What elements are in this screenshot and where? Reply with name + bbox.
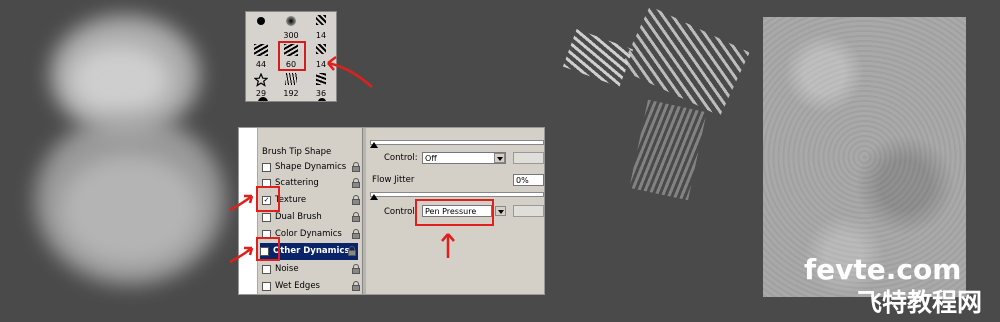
lock-icon[interactable] [352, 212, 360, 222]
brush-preset[interactable]: 29 [248, 70, 274, 98]
texture-brush-icon [254, 44, 268, 56]
scatter-brush-icon [316, 15, 326, 25]
brush-size-label: 44 [255, 60, 267, 69]
red-arrow-annotation [229, 246, 254, 264]
brush-size-label: 300 [283, 31, 299, 40]
brush-preset[interactable]: 192 [278, 70, 304, 98]
flow-jitter-field[interactable]: 0% [513, 174, 544, 186]
lock-icon[interactable] [352, 264, 360, 274]
checkbox[interactable] [262, 265, 271, 274]
brush-option-label: Dual Brush [275, 212, 322, 222]
flow-jitter-label: Flow Jitter [372, 175, 415, 185]
brush-option-label: Color Dynamics [275, 229, 342, 239]
slider-track[interactable] [370, 192, 544, 197]
lock-icon[interactable] [352, 162, 360, 172]
control-label: Control: [384, 207, 418, 217]
selected-preset-highlight [278, 41, 306, 71]
minimum-field-disabled [513, 152, 544, 164]
slider-track[interactable] [370, 140, 544, 145]
red-arrow-annotation [441, 233, 455, 258]
brush-preset[interactable] [248, 12, 274, 40]
chevron-down-icon[interactable] [494, 153, 505, 163]
round-brush-icon [318, 98, 326, 101]
brush-option-shape-dynamics[interactable]: Shape Dynamics [262, 159, 362, 176]
brush-preset[interactable]: 44 [248, 41, 274, 69]
brush-option-wet-edges[interactable]: Wet Edges [262, 278, 362, 294]
brush-size-label: 14 [315, 31, 327, 40]
star-brush-icon [254, 73, 268, 87]
soft-brush-icon [286, 16, 296, 26]
brush-option-label: Noise [275, 264, 299, 274]
lock-icon[interactable] [352, 178, 360, 188]
other-dynamics-highlight-box [256, 237, 280, 261]
watermark-domain: fevte.com [804, 253, 962, 286]
brush-panel: Brush Tip Shape Shape Dynamics Scattering ✓… [238, 127, 545, 295]
brush-option-label: Other Dynamics [273, 246, 350, 256]
texture-highlight-box [256, 186, 280, 212]
watermark-site-name: 飞特教程网 [857, 288, 983, 317]
lock-icon[interactable] [352, 281, 360, 291]
brush-option-label: Shape Dynamics [275, 162, 347, 172]
slider-knob[interactable] [370, 142, 378, 148]
splatter-brush-stroke [560, 6, 750, 201]
checkbox[interactable] [262, 163, 271, 172]
grass-brush-icon [285, 73, 297, 85]
round-brush-icon [257, 17, 265, 25]
checkbox[interactable] [262, 213, 271, 222]
checkbox[interactable] [262, 282, 271, 291]
brush-preset[interactable]: 300 [278, 12, 304, 40]
red-arrow-annotation [327, 56, 373, 88]
lock-icon[interactable] [352, 229, 360, 239]
red-arrow-annotation [229, 194, 254, 212]
cloud-brush-stroke [20, 5, 235, 305]
brush-option-label: Wet Edges [275, 281, 320, 291]
brush-preset[interactable]: 14 [308, 12, 334, 40]
chevron-down-icon[interactable] [495, 206, 506, 216]
minimum-field-disabled [513, 205, 544, 217]
brush-option-noise[interactable]: Noise [262, 261, 362, 278]
round-brush-icon [258, 97, 268, 101]
control-label: Control: [384, 153, 418, 163]
pen-pressure-highlight-box [415, 199, 494, 226]
brush-option-label: Scattering [275, 178, 319, 188]
slider-knob[interactable] [370, 194, 378, 200]
lock-icon[interactable] [352, 195, 360, 205]
lock-icon[interactable] [348, 246, 356, 256]
brush-size-label: 192 [283, 89, 299, 98]
